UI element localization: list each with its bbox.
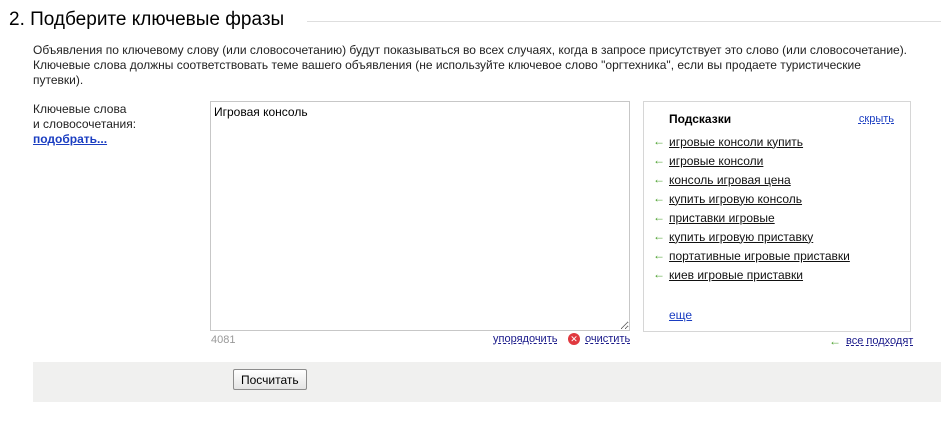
clear-icon[interactable]: ✕: [568, 333, 580, 345]
section-title: 2. Подберите ключевые фразы: [9, 9, 285, 30]
keywords-label-line2: и словосочетания:: [33, 117, 137, 131]
hint-item[interactable]: ← купить игровую приставку: [653, 227, 850, 246]
hint-text[interactable]: киев игровые приставки: [669, 268, 803, 282]
hint-text[interactable]: консоль игровая цена: [669, 173, 791, 187]
char-counter: 4081: [211, 334, 236, 346]
hint-text[interactable]: портативные игровые приставки: [669, 249, 850, 263]
hints-title: Подсказки: [669, 112, 732, 126]
hint-item[interactable]: ← киев игровые приставки: [653, 265, 850, 284]
clear-control[interactable]: ✕ очистить: [568, 332, 630, 346]
pick-keywords-link[interactable]: подобрать...: [33, 132, 107, 147]
hint-item[interactable]: ← купить игровую консоль: [653, 189, 850, 208]
arrow-left-icon: ←: [653, 172, 665, 186]
arrow-left-icon: ←: [653, 191, 665, 205]
hint-text[interactable]: игровые консоли: [669, 154, 763, 168]
arrow-left-icon: ←: [653, 153, 665, 167]
arrow-left-icon: ←: [653, 248, 665, 262]
section-description: Объявления по ключевому слову (или слово…: [33, 43, 908, 87]
title-divider: [307, 21, 941, 22]
arrow-left-icon: ←: [653, 267, 665, 281]
arrow-left-icon: ←: [653, 210, 665, 224]
hint-item[interactable]: ← приставки игровые: [653, 208, 850, 227]
hint-text[interactable]: купить игровую консоль: [669, 192, 802, 206]
hint-list: ← игровые консоли купить ← игровые консоли…: [653, 132, 850, 284]
hint-text[interactable]: приставки игровые: [669, 211, 775, 225]
keywords-label: Ключевые слова и словосочетания: подобра…: [33, 102, 193, 147]
more-hints-link[interactable]: еще: [669, 308, 692, 322]
all-fit-control[interactable]: ← все подходят: [829, 334, 913, 348]
hint-item[interactable]: ← консоль игровая цена: [653, 170, 850, 189]
hints-panel: Подсказки скрыть ← игровые консоли купить…: [643, 101, 911, 332]
hide-hints-link[interactable]: скрыть: [859, 113, 894, 125]
hint-text[interactable]: купить игровую приставку: [669, 230, 813, 244]
keywords-label-line1: Ключевые слова: [33, 102, 127, 116]
keywords-textarea[interactable]: [210, 101, 630, 331]
bottom-action-bar: Посчитать: [33, 362, 941, 402]
clear-link[interactable]: очистить: [585, 333, 630, 345]
arrow-left-icon: ←: [653, 134, 665, 148]
sort-link[interactable]: упорядочить: [493, 333, 557, 345]
hint-item[interactable]: ← портативные игровые приставки: [653, 246, 850, 265]
arrow-left-icon: ←: [829, 334, 841, 348]
arrow-left-icon: ←: [653, 229, 665, 243]
calculate-button[interactable]: Посчитать: [233, 369, 307, 390]
all-fit-link[interactable]: все подходят: [846, 335, 913, 347]
hint-item[interactable]: ← игровые консоли купить: [653, 132, 850, 151]
hint-text[interactable]: игровые консоли купить: [669, 135, 803, 149]
hint-item[interactable]: ← игровые консоли: [653, 151, 850, 170]
